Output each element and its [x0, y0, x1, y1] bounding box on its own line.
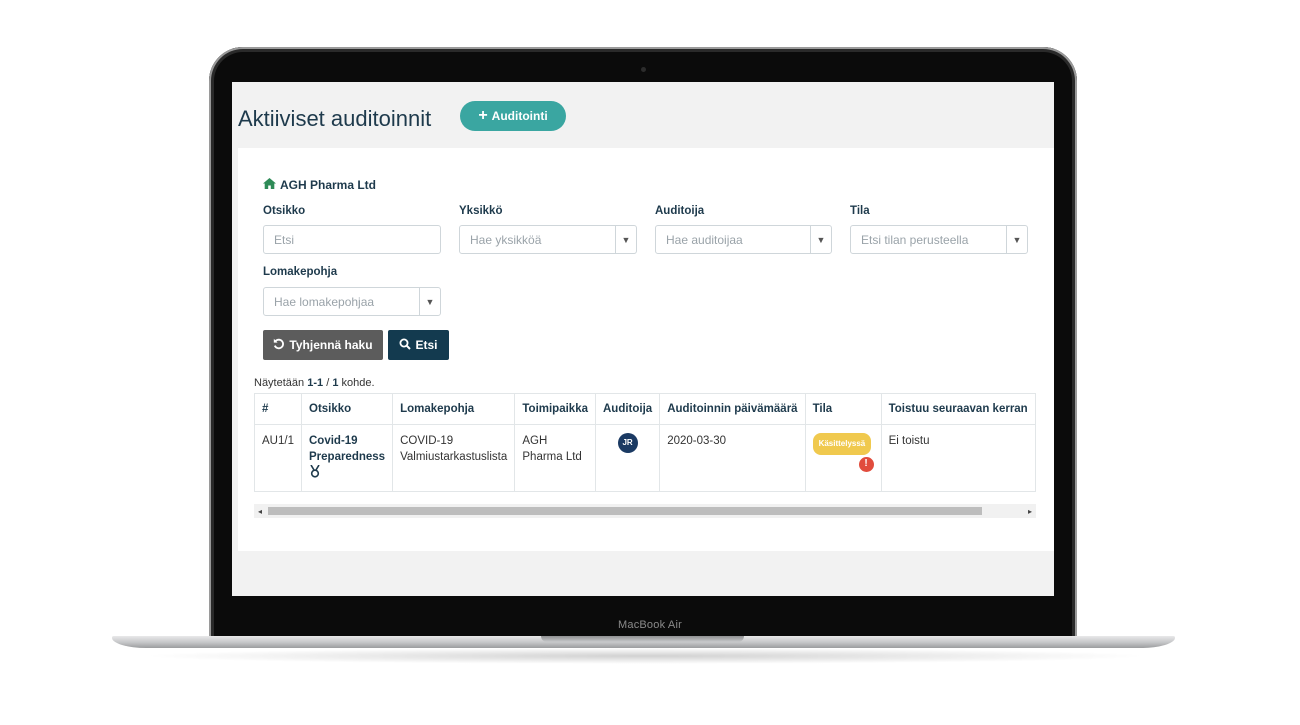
home-icon — [263, 178, 276, 192]
cell-template: COVID-19 Valmiustarkastuslista — [392, 424, 516, 492]
yksikko-label: Yksikkö — [459, 205, 503, 217]
company-link[interactable]: AGH Pharma Ltd — [263, 178, 376, 192]
cell-location: AGH Pharma Ltd — [514, 424, 596, 492]
results-total: 1 — [332, 377, 339, 389]
clear-search-button[interactable]: Tyhjennä haku — [263, 330, 383, 360]
auditoija-label: Auditoija — [655, 205, 705, 217]
cell-date: 2020-03-30 — [659, 424, 806, 492]
results-separator: / — [326, 377, 330, 389]
clear-search-label: Tyhjennä haku — [289, 338, 373, 352]
chevron-down-icon[interactable]: ▼ — [810, 226, 831, 253]
laptop-base-notch — [541, 636, 744, 642]
otsikko-placeholder: Etsi — [274, 232, 295, 247]
scroll-left-icon[interactable]: ◂ — [254, 504, 266, 518]
scroll-right-icon[interactable]: ▸ — [1024, 504, 1036, 518]
column-header[interactable]: Lomakepohja — [392, 393, 516, 425]
app-screen: Aktiiviset auditoinnit + Auditointi AGH … — [232, 82, 1054, 596]
horizontal-scrollbar[interactable]: ◂ ▸ — [254, 504, 1036, 518]
auditoija-select[interactable]: Hae auditoijaa ▼ — [655, 225, 832, 254]
device-label: MacBook Air — [618, 619, 682, 631]
search-icon — [399, 338, 412, 353]
table-row[interactable]: AU1/1 Covid-19 Preparedness COVID-19 Val… — [254, 424, 1037, 492]
audits-table: # Otsikko Lomakepohja Toimipaikka Audito… — [254, 393, 1037, 492]
add-audit-button[interactable]: + Auditointi — [460, 101, 566, 131]
tila-placeholder: Etsi tilan perusteella — [861, 232, 969, 247]
add-audit-label: Auditointi — [491, 109, 548, 123]
column-header[interactable]: Auditoinnin päivämäärä — [659, 393, 806, 425]
laptop-shadow — [140, 648, 1150, 664]
column-header[interactable]: Toimipaikka — [514, 393, 596, 425]
cell-id: AU1/1 — [254, 424, 302, 492]
chevron-down-icon[interactable]: ▼ — [615, 226, 636, 253]
table-header-row: # Otsikko Lomakepohja Toimipaikka Audito… — [254, 393, 1037, 425]
filter-card: AGH Pharma Ltd Otsikko Yksikkö Auditoija… — [238, 148, 1054, 551]
results-prefix: Näytetään — [254, 377, 305, 389]
undo-icon — [273, 338, 285, 353]
results-range: 1-1 — [307, 377, 324, 389]
scroll-thumb[interactable] — [268, 507, 982, 515]
otsikko-search-input[interactable]: Etsi — [263, 225, 441, 254]
exclamation-icon[interactable]: ! — [858, 456, 874, 472]
plus-icon: + — [478, 107, 488, 124]
audit-title-link[interactable]: Covid-19 Preparedness — [309, 433, 385, 465]
cell-status: Käsittelyssä ! — [804, 424, 882, 492]
column-header[interactable]: Tila — [804, 393, 882, 425]
avatar[interactable]: JR — [617, 433, 638, 453]
chevron-down-icon[interactable]: ▼ — [419, 288, 440, 315]
results-suffix: kohde. — [341, 377, 375, 389]
cell-auditor: JR — [594, 424, 661, 492]
cell-repeat: Ei toistu — [880, 424, 1037, 492]
results-count: Näytetään 1-1 / 1 kohde. — [254, 377, 375, 389]
column-header[interactable]: # — [254, 393, 302, 425]
page-title: Aktiiviset auditoinnit — [238, 106, 432, 131]
auditoija-placeholder: Hae auditoijaa — [666, 232, 743, 247]
otsikko-label: Otsikko — [263, 205, 306, 217]
yksikko-select[interactable]: Hae yksikköä ▼ — [459, 225, 637, 254]
column-header[interactable]: Otsikko — [300, 393, 394, 425]
search-button[interactable]: Etsi — [388, 330, 449, 360]
chevron-down-icon[interactable]: ▼ — [1006, 226, 1027, 253]
column-header[interactable]: Toistuu seuraavan kerran — [880, 393, 1037, 425]
lomakepohja-select[interactable]: Hae lomakepohjaa ▼ — [263, 287, 441, 316]
award-icon — [309, 464, 385, 483]
search-label: Etsi — [415, 338, 438, 352]
lomakepohja-placeholder: Hae lomakepohjaa — [274, 294, 375, 309]
company-name: AGH Pharma Ltd — [280, 178, 377, 192]
column-header[interactable]: Auditoija — [594, 393, 661, 425]
lomakepohja-label: Lomakepohja — [263, 266, 338, 278]
tila-label: Tila — [850, 205, 870, 217]
camera-icon — [641, 67, 646, 72]
tila-select[interactable]: Etsi tilan perusteella ▼ — [850, 225, 1028, 254]
cell-title[interactable]: Covid-19 Preparedness — [300, 424, 394, 492]
status-badge: Käsittelyssä — [812, 433, 872, 455]
yksikko-placeholder: Hae yksikköä — [470, 232, 542, 247]
